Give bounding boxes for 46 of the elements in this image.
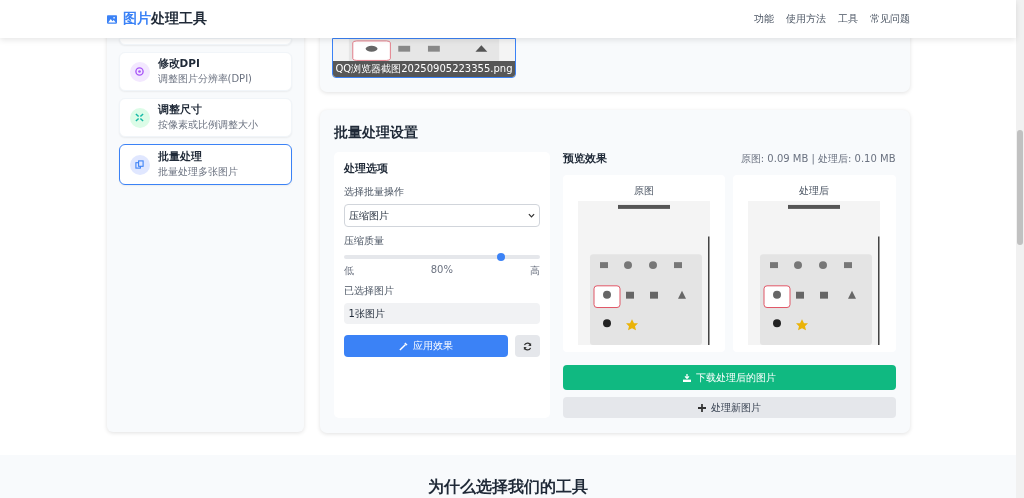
- chevron-down-icon: [528, 213, 536, 218]
- selected-count-field: 1张图片: [343, 303, 541, 324]
- panel-heading: 处理选项: [343, 162, 389, 176]
- file-size-info: 原图: 0.09 MB | 处理后: 0.10 MB: [740, 152, 896, 166]
- apply-button[interactable]: 应用效果: [343, 335, 509, 357]
- field-label: 压缩质量: [343, 234, 385, 248]
- slider-min-label: 低: [343, 264, 354, 278]
- slider-value: 80%: [430, 264, 453, 277]
- image-icon: [106, 14, 117, 24]
- tool-item[interactable]: 修改DPI 调整图片分辨率(DPI): [118, 52, 292, 91]
- nav-link[interactable]: 工具: [837, 12, 858, 26]
- tool-icon: [129, 154, 150, 175]
- nav-link[interactable]: 使用方法: [785, 12, 826, 26]
- operation-select[interactable]: 压缩图片: [343, 204, 541, 227]
- tool-item[interactable]: 调整尺寸 按像素或比例调整大小: [118, 98, 292, 137]
- tool-item[interactable]: 批量处理 批量处理多张图片: [118, 144, 292, 185]
- slider-max-label: 高: [530, 264, 541, 278]
- site-title[interactable]: 图片处理工具: [122, 10, 207, 28]
- nav-link[interactable]: 常见问题: [869, 12, 910, 26]
- tool-title: 批量处理: [157, 150, 203, 164]
- wand-icon: [398, 341, 408, 351]
- tool-description: 批量处理多张图片: [157, 165, 238, 179]
- field-label: 选择批量操作: [343, 185, 405, 199]
- quality-slider[interactable]: [343, 253, 541, 261]
- download-icon: [682, 373, 691, 382]
- refresh-icon: [523, 341, 533, 351]
- pane-label: 原图: [634, 184, 655, 198]
- plus-icon: [697, 403, 706, 412]
- panel-heading: 预览效果: [563, 152, 608, 166]
- tool-description: 按像素或比例调整大小: [157, 118, 258, 132]
- tool-title: 修改DPI: [157, 57, 201, 71]
- tool-icon: [129, 107, 150, 128]
- section-title: 为什么选择我们的工具: [428, 478, 588, 496]
- tool-description: 调整图片分辨率(DPI): [157, 72, 252, 86]
- slider-thumb[interactable]: [496, 253, 505, 261]
- refresh-button[interactable]: [515, 335, 541, 357]
- new-image-button[interactable]: 处理新图片: [563, 397, 896, 418]
- scrollbar[interactable]: [1016, 0, 1024, 498]
- nav-link[interactable]: 功能: [753, 12, 774, 26]
- file-name-caption: QQ浏览器截图20250905223355.png: [332, 61, 515, 77]
- tool-icon: [129, 61, 150, 82]
- field-label: 已选择图片: [343, 284, 395, 298]
- tool-title: 调整尺寸: [157, 103, 203, 117]
- pane-label: 处理后: [799, 184, 830, 198]
- uploaded-image-thumbnail[interactable]: QQ浏览器截图20250905223355.png: [331, 38, 516, 78]
- section-title: 批量处理设置: [333, 123, 419, 142]
